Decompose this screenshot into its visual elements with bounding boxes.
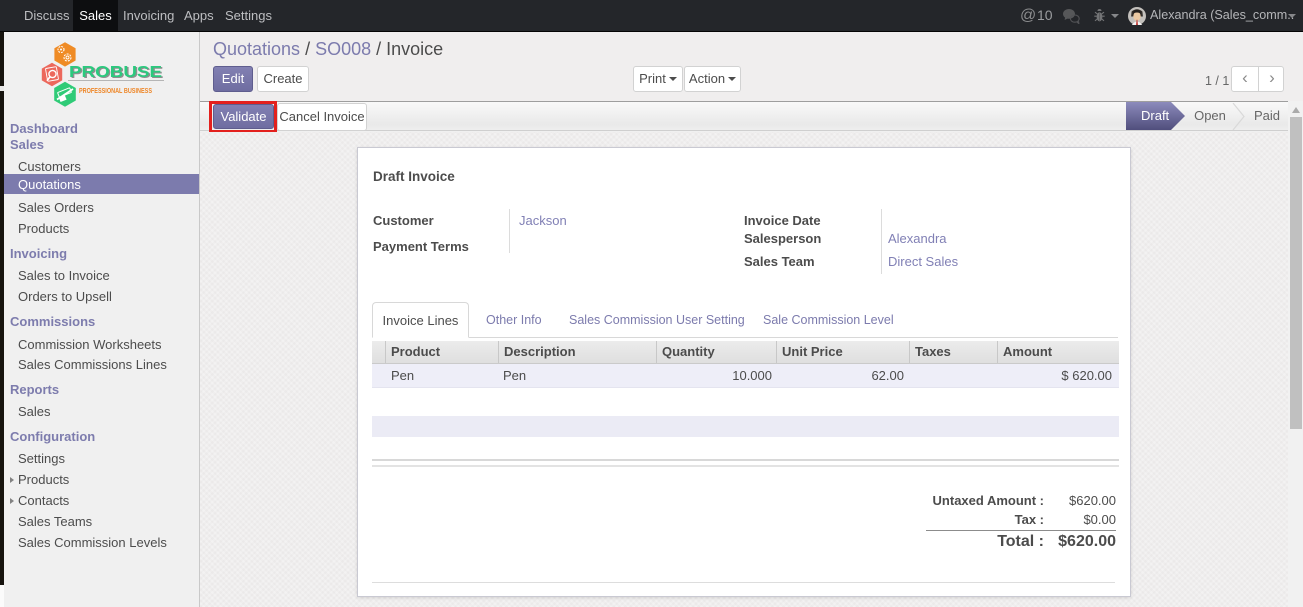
svg-text:PROFESSIONAL BUSINESS: PROFESSIONAL BUSINESS bbox=[79, 86, 152, 95]
svg-text:PROBUSE: PROBUSE bbox=[69, 64, 162, 81]
